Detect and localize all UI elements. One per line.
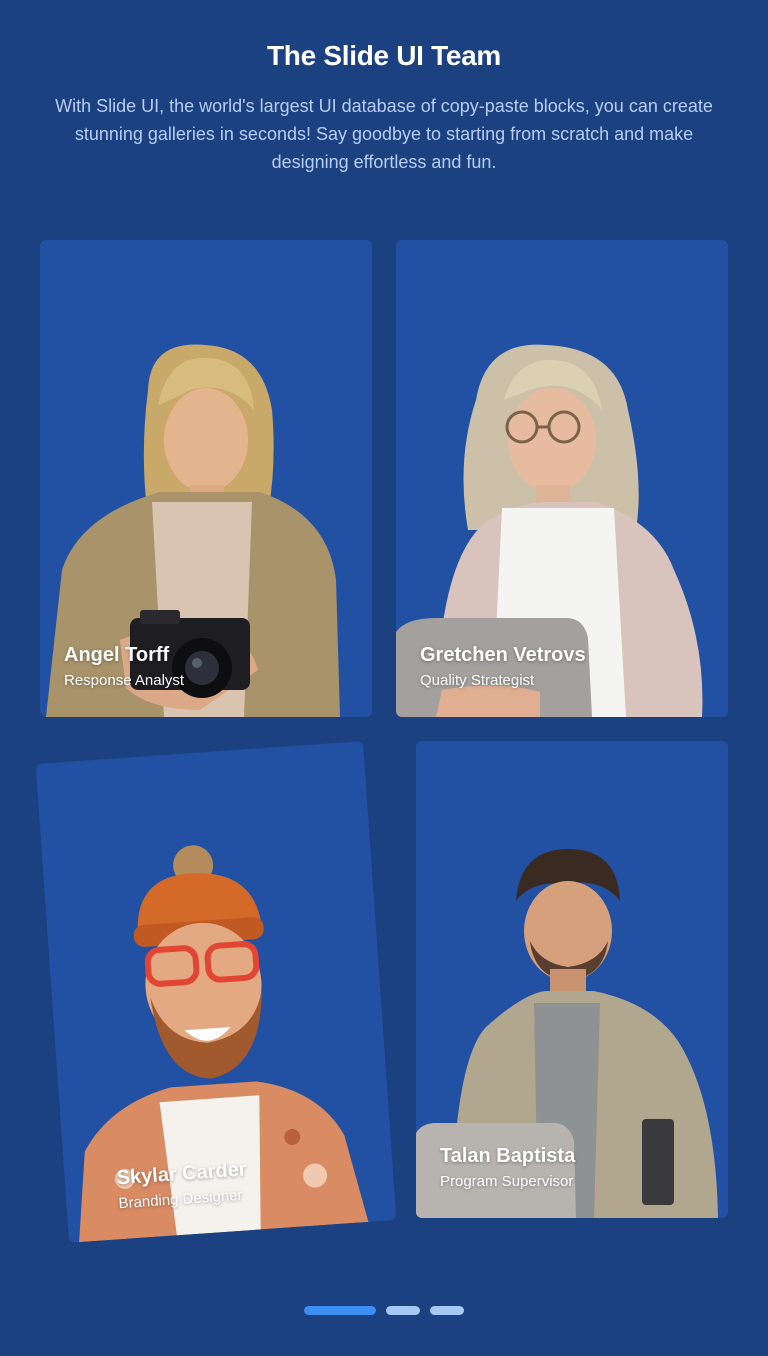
page-title: The Slide UI Team	[267, 40, 501, 71]
team-card-skylar-carder[interactable]: Skylar Carder Branding Designer	[35, 741, 397, 1243]
pagination-dot-1[interactable]	[304, 1306, 376, 1315]
team-card-talan-baptista[interactable]: Talan Baptista Program Supervisor	[416, 741, 728, 1218]
carousel-pagination	[0, 1306, 768, 1316]
member-name: Gretchen Vetrovs	[420, 644, 586, 666]
page-description: With Slide UI, the world's largest UI da…	[55, 96, 713, 172]
member-role: Quality Strategist	[420, 672, 535, 689]
member-name: Talan Baptista	[440, 1145, 576, 1167]
team-card-angel-torff[interactable]: Angel Torff Response Analyst	[40, 240, 372, 717]
member-role: Response Analyst	[64, 672, 185, 689]
member-role: Program Supervisor	[440, 1173, 574, 1190]
team-card-gretchen-vetrovs[interactable]: Gretchen Vetrovs Quality Strategist	[396, 240, 728, 717]
pagination-dot-3[interactable]	[430, 1306, 464, 1315]
member-name: Angel Torff	[64, 644, 170, 666]
pagination-dot-2[interactable]	[386, 1306, 420, 1315]
